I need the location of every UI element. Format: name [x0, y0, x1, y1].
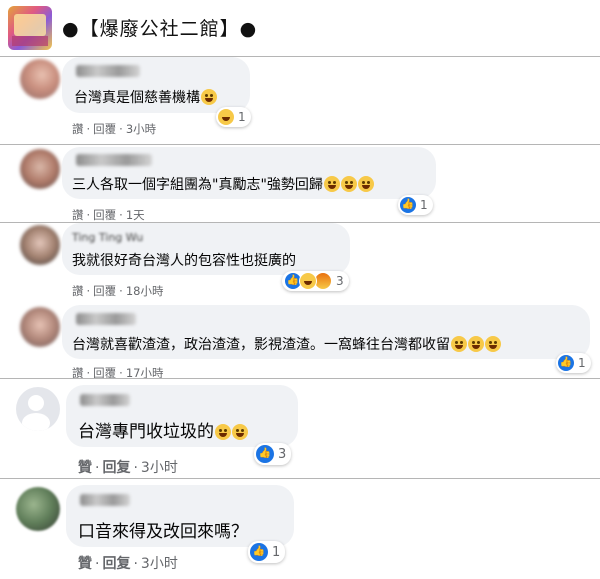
reply-action[interactable]: 回复	[102, 556, 130, 572]
comment-actions: 贊 · 回复 · 3小时	[78, 556, 178, 572]
avatar[interactable]	[20, 59, 60, 99]
like-action[interactable]: 讚	[72, 284, 84, 298]
author-name[interactable]	[80, 394, 130, 406]
like-reaction-icon: 👍	[256, 445, 274, 463]
comment-actions: 贊 · 回复 · 3小时	[78, 460, 178, 476]
reaction-summary[interactable]: 👍 3	[282, 271, 349, 291]
author-name[interactable]	[76, 154, 152, 166]
author-name[interactable]: Ting Ting Wu	[72, 231, 143, 244]
comment-item: 口音來得及改回來嗎？ 👍 1 贊 · 回复 · 3小时	[0, 478, 600, 579]
group-avatar[interactable]	[8, 6, 52, 50]
avatar[interactable]	[20, 225, 60, 265]
comment-item: 台灣專門收垃圾的 👍 3 贊 · 回复 · 3小时	[0, 378, 600, 479]
comment-item: 台灣真是個慈善機構 1 讚 · 回覆 · 3小時	[0, 56, 600, 145]
avatar[interactable]	[16, 387, 60, 431]
comment-text: 台灣就喜歡渣渣，政治渣渣，影視渣渣。一窩蜂往台灣都收留	[72, 334, 501, 354]
reaction-count: 1	[272, 544, 281, 560]
comment-bubble: 台灣就喜歡渣渣，政治渣渣，影視渣渣。一窩蜂往台灣都收留	[62, 305, 590, 359]
reaction-count: 3	[336, 274, 344, 288]
crying-laughing-emoji-icon	[485, 336, 501, 352]
comment-bubble: Ting Ting Wu 我就很好奇台灣人的包容性也挺廣的	[62, 223, 350, 275]
crying-laughing-emoji-icon	[451, 336, 467, 352]
comment-bubble: 台灣專門收垃圾的	[66, 385, 298, 447]
group-title[interactable]: ●【爆廢公社二館】●	[62, 14, 257, 41]
comment-bubble: 三人各取一個字組團為"真勵志"強勢回歸	[62, 147, 436, 199]
reaction-count: 3	[278, 446, 287, 462]
comment-text: 口音來得及改回來嗎？	[78, 522, 248, 542]
timestamp[interactable]: 1天	[126, 208, 145, 222]
like-action[interactable]: 贊	[78, 460, 92, 476]
reply-action[interactable]: 回覆	[93, 122, 116, 136]
avatar[interactable]	[20, 307, 60, 347]
crying-emoji-icon	[215, 424, 231, 440]
reaction-summary[interactable]: 👍 1	[556, 353, 591, 373]
haha-reaction-icon	[218, 109, 234, 125]
like-reaction-icon: 👍	[250, 543, 268, 561]
comment-actions: 讚 · 回覆 · 1天	[72, 208, 145, 222]
reaction-count: 1	[238, 110, 246, 124]
like-reaction-icon: 👍	[558, 355, 574, 371]
group-header: ●【爆廢公社二館】●	[0, 0, 600, 56]
crying-laughing-emoji-icon	[340, 176, 357, 192]
reply-action[interactable]: 回复	[102, 460, 130, 476]
timestamp[interactable]: 3小时	[141, 460, 178, 476]
comment-group: Ting Ting Wu 我就很好奇台灣人的包容性也挺廣的 👍 3 讚 · 回覆 · 1…	[0, 222, 600, 379]
author-name[interactable]	[76, 313, 136, 325]
comment-actions: 讚 · 回覆 · 18小時	[72, 284, 164, 298]
comment-item: 三人各取一個字組團為"真勵志"強勢回歸 👍 1 讚 · 回覆 · 1天	[0, 144, 600, 223]
reaction-summary[interactable]: 👍 1	[248, 541, 286, 563]
haha-reaction-icon	[299, 272, 317, 290]
crying-laughing-emoji-icon	[357, 176, 374, 192]
comment-text: 台灣專門收垃圾的	[78, 417, 248, 442]
timestamp[interactable]: 3小時	[126, 122, 156, 136]
comment-actions: 讚 · 回覆 · 3小時	[72, 122, 157, 136]
reply-action[interactable]: 回覆	[93, 208, 116, 222]
like-reaction-icon: 👍	[400, 197, 416, 213]
crying-laughing-emoji-icon	[468, 336, 484, 352]
comment-text: 台灣真是個慈善機構	[74, 87, 217, 107]
avatar[interactable]	[20, 149, 60, 189]
comment-text: 我就很好奇台灣人的包容性也挺廣的	[72, 253, 296, 269]
crying-emoji-icon	[232, 424, 248, 440]
reaction-summary[interactable]: 1	[216, 107, 251, 127]
comment-actions: 讚 · 回覆 · 17小時	[72, 366, 164, 379]
comment-bubble: 口音來得及改回來嗎？	[66, 485, 294, 547]
reaction-count: 1	[420, 198, 428, 212]
like-action[interactable]: 讚	[72, 122, 84, 136]
crying-laughing-emoji-icon	[323, 176, 340, 192]
timestamp[interactable]: 18小時	[126, 284, 164, 298]
author-name[interactable]	[76, 65, 140, 77]
reply-action[interactable]: 回覆	[93, 284, 116, 298]
reaction-summary[interactable]: 👍 1	[398, 195, 433, 215]
timestamp[interactable]: 3小时	[141, 556, 178, 572]
reaction-summary[interactable]: 👍 3	[254, 443, 292, 465]
avatar[interactable]	[16, 487, 60, 531]
like-action[interactable]: 讚	[72, 208, 84, 222]
like-action[interactable]: 贊	[78, 556, 92, 572]
reaction-count: 1	[578, 356, 586, 370]
author-name[interactable]	[80, 494, 130, 506]
crying-laughing-emoji-icon	[201, 89, 217, 105]
comment-bubble: 台灣真是個慈善機構	[62, 57, 250, 113]
comment-text: 三人各取一個字組團為"真勵志"強勢回歸	[72, 174, 374, 194]
